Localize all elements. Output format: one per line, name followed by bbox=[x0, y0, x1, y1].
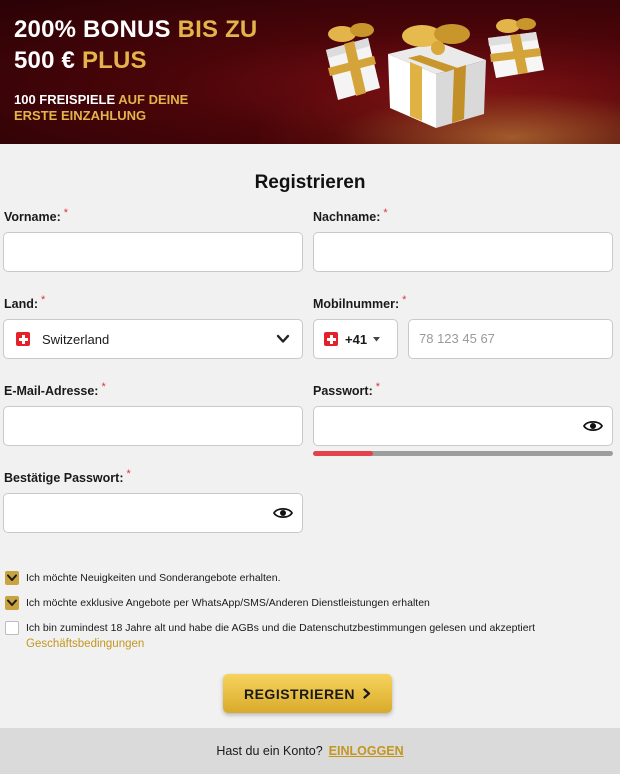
country-select-value: Switzerland bbox=[16, 320, 109, 358]
login-footer: Hast du ein Konto? EINLOGGEN bbox=[0, 728, 620, 774]
headline-gold-text: BIS ZU bbox=[177, 16, 258, 43]
country-code-value-wrap: +41 bbox=[324, 320, 381, 358]
show-password-eye-icon[interactable] bbox=[583, 418, 603, 434]
email-label: E-Mail-Adresse: * bbox=[4, 381, 106, 398]
email-input[interactable] bbox=[3, 406, 303, 446]
headline-gold-plus: PLUS bbox=[81, 47, 147, 74]
terms-link[interactable]: Geschäftsbedingungen bbox=[26, 638, 144, 650]
terms-checkbox[interactable] bbox=[5, 621, 19, 635]
banner-subline: 100 FREISPIELE AUF DEINE ERSTE EINZAHLUN… bbox=[14, 92, 188, 124]
terms-checkbox-label: Ich bin zumindest 18 Jahre alt und habe … bbox=[26, 622, 535, 634]
mobile-label-text: Mobilnummer: bbox=[313, 297, 400, 311]
banner-headline: 200% BONUS BIS ZU 500 € PLUS bbox=[14, 14, 257, 76]
mobile-placeholder: 78 123 45 67 bbox=[419, 331, 495, 346]
headline-text: 200% BONUS bbox=[14, 16, 178, 43]
first-name-label-text: Vorname: bbox=[4, 210, 61, 224]
show-password-eye-icon[interactable] bbox=[273, 505, 293, 521]
first-name-label: Vorname: * bbox=[4, 207, 69, 224]
password-strength-fill bbox=[313, 451, 373, 456]
country-select[interactable]: Switzerland bbox=[3, 319, 303, 359]
registration-form: Registrieren Vorname: * Nachname: * Land: *… bbox=[0, 144, 620, 728]
headline-amount: 500 € bbox=[14, 47, 82, 74]
confirm-password-input[interactable] bbox=[3, 493, 303, 533]
password-input[interactable] bbox=[313, 406, 613, 446]
required-mark: * bbox=[375, 381, 381, 393]
country-value: Switzerland bbox=[42, 331, 110, 347]
swiss-flag-icon bbox=[324, 332, 338, 346]
checkmark-icon bbox=[7, 599, 17, 606]
form-title: Registrieren bbox=[254, 172, 366, 193]
subline-text: 100 FREISPIELE bbox=[14, 92, 119, 107]
whatsapp-offers-checkbox[interactable] bbox=[5, 596, 19, 610]
email-label-text: E-Mail-Adresse: bbox=[4, 384, 99, 398]
newsletter-checkbox-label: Ich möchte Neuigkeiten und Sonderangebot… bbox=[26, 572, 281, 584]
promo-banner: 200% BONUS BIS ZU 500 € PLUS 100 FREISPI… bbox=[0, 0, 620, 144]
subline-gold-text: AUF DEINE bbox=[118, 92, 189, 107]
required-mark: * bbox=[383, 207, 388, 219]
subline-gold-text-2: ERSTE EINZAHLUNG bbox=[14, 108, 147, 123]
country-code-select[interactable]: +41 bbox=[313, 319, 398, 359]
country-label-text: Land: bbox=[4, 297, 39, 311]
confirm-password-label-text: Bestätige Passwort: bbox=[4, 471, 124, 485]
chevron-right-icon bbox=[363, 688, 371, 699]
checkmark-icon bbox=[7, 574, 17, 581]
password-label-text: Passwort: bbox=[313, 384, 373, 398]
confirm-password-label: Bestätige Passwort: * bbox=[4, 468, 131, 485]
swiss-flag-icon bbox=[16, 332, 30, 346]
mobile-number-input[interactable]: 78 123 45 67 bbox=[408, 319, 613, 359]
last-name-label: Nachname: * bbox=[313, 207, 388, 224]
mobile-label: Mobilnummer: * bbox=[313, 294, 407, 311]
required-mark: * bbox=[126, 468, 131, 480]
country-code-value: +41 bbox=[345, 331, 368, 347]
have-account-text: Hast du ein Konto? bbox=[216, 744, 323, 758]
login-link[interactable]: EINLOGGEN bbox=[329, 744, 404, 758]
chevron-down-icon bbox=[276, 334, 290, 343]
required-mark: * bbox=[101, 381, 106, 393]
password-label: Passwort: * bbox=[313, 381, 381, 398]
first-name-input[interactable] bbox=[3, 232, 303, 272]
password-strength-meter bbox=[313, 451, 613, 456]
whatsapp-offers-checkbox-label: Ich möchte exklusive Angebote per WhatsA… bbox=[26, 597, 430, 609]
newsletter-checkbox[interactable] bbox=[5, 571, 19, 585]
gift-boxes-icon bbox=[326, 18, 544, 128]
required-mark: * bbox=[402, 294, 407, 306]
country-label: Land: * bbox=[4, 294, 46, 311]
caret-down-icon bbox=[373, 336, 381, 341]
last-name-label-text: Nachname: bbox=[313, 210, 381, 224]
register-button[interactable]: REGISTRIEREN bbox=[223, 674, 392, 713]
required-mark: * bbox=[63, 207, 69, 219]
register-button-label: REGISTRIEREN bbox=[243, 685, 355, 702]
required-mark: * bbox=[41, 294, 46, 306]
last-name-input[interactable] bbox=[313, 232, 613, 272]
